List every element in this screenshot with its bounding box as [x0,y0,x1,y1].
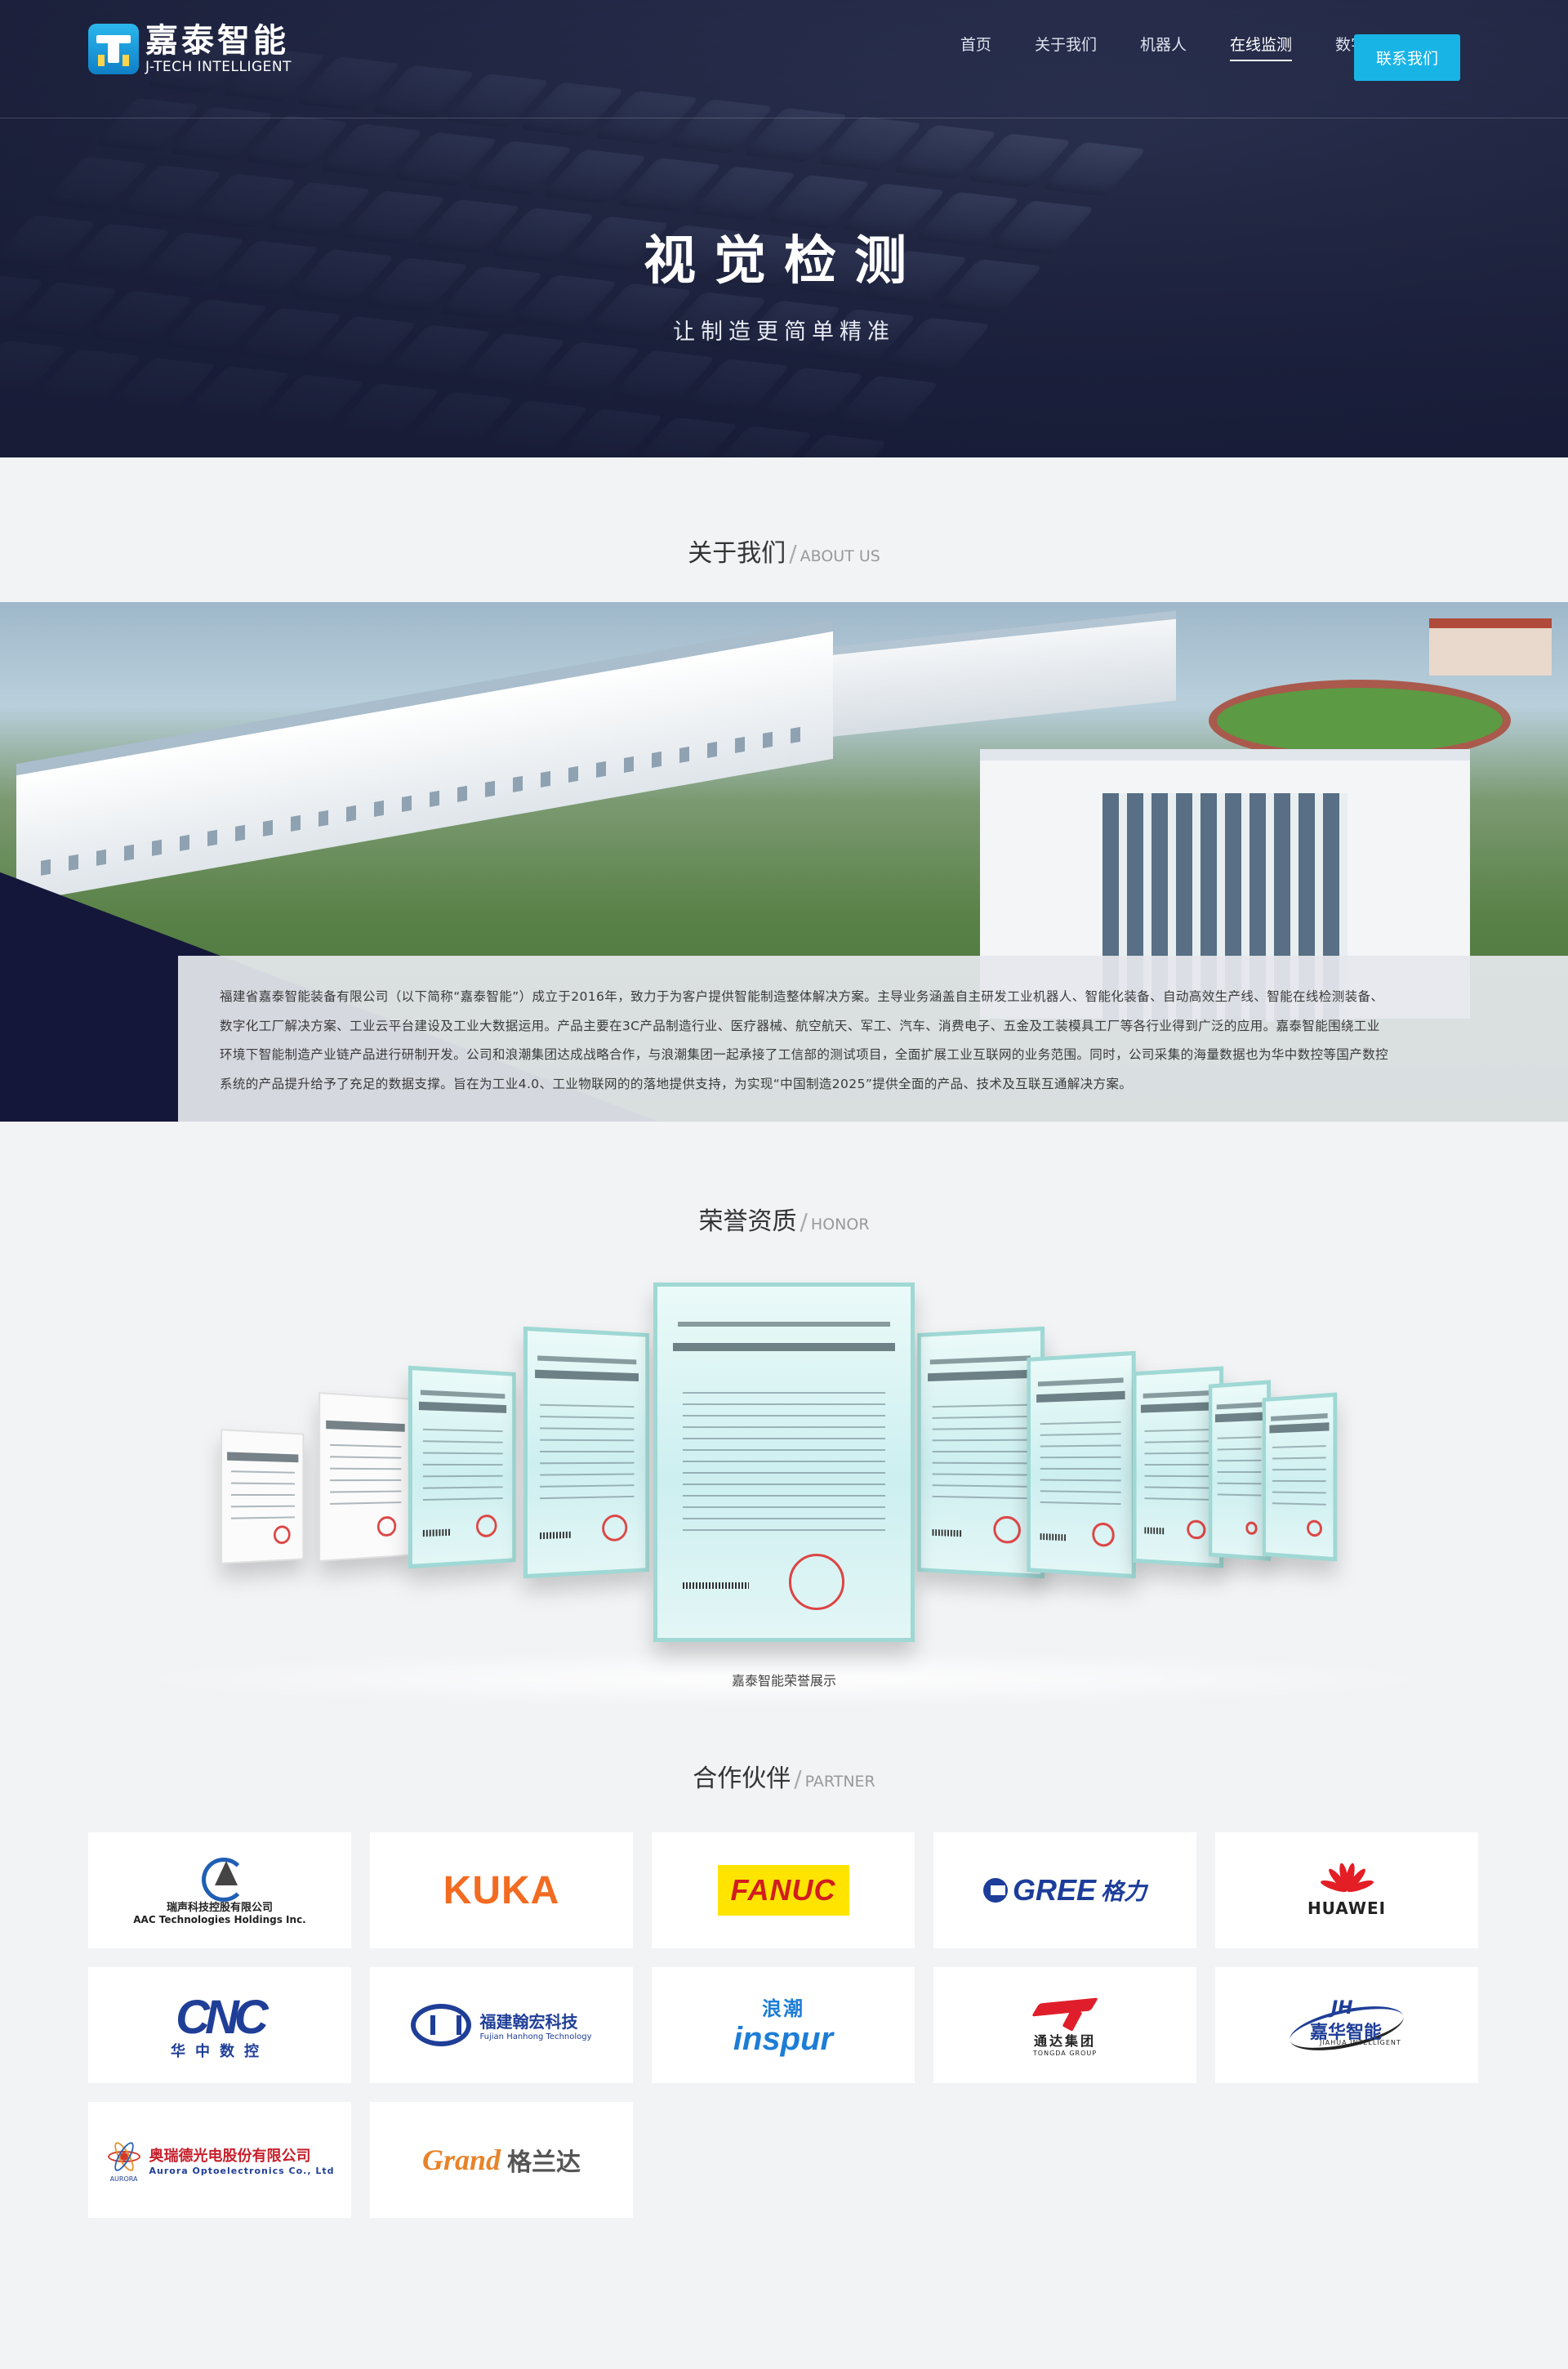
about-heading-cn: 关于我们 [688,539,786,568]
honor-heading: 荣誉资质 / HONOR [698,1207,870,1236]
honor-certificates-carousel[interactable] [0,1274,1568,1707]
logo-name-en: J-TECH INTELLIGENT [145,59,292,75]
jiahua-logo: JH 嘉华智能 JIAHUA INTELLIGENT [1285,1996,1408,2059]
certificate-image[interactable] [220,1429,305,1564]
inspur-name-cn: 浪潮 [761,1997,804,2020]
tongda-logo-icon [1034,1994,1096,2030]
partner-card-huawei[interactable]: HUAWEI [1215,1832,1478,1948]
partner-heading: 合作伙伴 / PARTNER [693,1764,875,1793]
partner-card-fanuc[interactable]: FANUC [652,1832,915,1948]
nav-about[interactable]: 关于我们 [1035,33,1097,60]
nav-robots[interactable]: 机器人 [1140,33,1187,60]
gree-name-en: GREE [1012,1873,1096,1907]
honor-heading-en: HONOR [810,1216,870,1234]
gree-name-cn: 格力 [1101,1879,1147,1904]
partner-card-jiahua[interactable]: JH 嘉华智能 JIAHUA INTELLIGENT [1215,1967,1478,2083]
gree-g-icon [982,1878,1008,1903]
hanhong-name-cn: 福建翰宏科技 [479,2012,578,2032]
main-nav: 首页 关于我们 机器人 在线监测 数字化工厂 [917,33,1413,61]
certificate-image[interactable] [1262,1392,1338,1562]
partner-heading-en: PARTNER [804,1773,875,1791]
aurora-mark-text: AURORA [109,2175,138,2183]
nav-home[interactable]: 首页 [960,33,991,60]
logo-mark-icon [88,24,139,74]
aac-logo-icon [197,1856,246,1902]
tongda-name-en: TONGDA GROUP [1032,2049,1098,2057]
jiahua-tag: JH [1331,1998,1353,2019]
partner-heading-cn: 合作伙伴 [693,1764,791,1793]
contact-us-button[interactable]: 联系我们 [1354,34,1460,81]
partner-card-kuka[interactable]: KUKA [370,1832,633,1948]
about-text-panel: 福建省嘉泰智能装备有限公司（以下简称“嘉泰智能”）成立于2016年，致力于为客户… [178,956,1568,1122]
certificate-image[interactable] [523,1326,649,1579]
certificate-image[interactable] [1208,1380,1272,1561]
partner-card-gree[interactable]: GREE 格力 [933,1832,1196,1948]
partner-card-fujian-hanhong[interactable]: 福建翰宏科技 Fujian Hanhong Technology [370,1967,633,2083]
grand-name-en: Grand [421,2144,501,2176]
certificate-image[interactable] [408,1365,516,1569]
honor-heading-cn: 荣誉资质 [698,1207,797,1236]
tongda-name-cn: 通达集团 [1033,2032,1096,2049]
about-heading: 关于我们 / ABOUT US [688,539,880,568]
gree-logo: GREE 格力 [982,1873,1147,1907]
huazhong-cnc-name: 华中数控 [171,2042,269,2060]
hanhong-logo-icon [411,2004,472,2046]
aurora-atom-icon [105,2138,143,2175]
nav-online-monitoring[interactable]: 在线监测 [1229,33,1292,61]
hero-title: 视觉检测 [644,231,924,292]
huazhong-cnc-mark: CNC [176,1990,269,2044]
honor-caption: 嘉泰智能荣誉展示 [731,1673,836,1689]
inspur-name-en: inspur [733,2021,834,2057]
partner-card-inspur[interactable]: 浪潮 inspur [652,1967,915,2083]
logo-name-cn: 嘉泰智能 [145,22,289,60]
huawei-flower-icon [1319,1862,1375,1895]
aurora-name-en: Aurora Optoelectronics Co., Ltd [149,2165,335,2176]
partner-card-aac[interactable]: 瑞声科技控股有限公司 AAC Technologies Holdings Inc… [88,1832,351,1948]
aurora-name-cn: 奥瑞德光电股份有限公司 [149,2147,311,2165]
partner-card-aurora[interactable]: AURORA 奥瑞德光电股份有限公司 Aurora Optoelectronic… [88,2102,351,2218]
site-logo[interactable]: 嘉泰智能 J-TECH INTELLIGENT [88,23,292,75]
certificate-image[interactable] [1027,1350,1136,1579]
hero-banner: 嘉泰智能 J-TECH INTELLIGENT 首页 关于我们 机器人 在线监测… [0,0,1568,457]
kuka-logo: KUKA [443,1868,560,1912]
partner-card-huazhong-cnc[interactable]: CNC 华中数控 [88,1967,351,2083]
about-heading-en: ABOUT US [800,547,880,565]
certificate-image[interactable] [917,1326,1045,1579]
grand-name-cn: 格兰达 [507,2148,581,2177]
certificate-featured[interactable] [653,1283,915,1642]
aac-name-en: AAC Technologies Holdings Inc. [133,1913,306,1925]
hero-subtitle: 让制造更简单精准 [673,319,895,345]
jiahua-name-en: JIAHUA INTELLIGENT [1320,2039,1401,2046]
hanhong-name-en: Fujian Hanhong Technology [479,2032,592,2041]
fanuc-logo: FANUC [717,1865,849,1916]
certificate-image[interactable] [318,1392,412,1562]
about-description: 福建省嘉泰智能装备有限公司（以下简称“嘉泰智能”）成立于2016年，致力于为客户… [220,989,1389,1091]
huawei-name: HUAWEI [1307,1898,1387,1918]
partner-card-tongda[interactable]: 通达集团 TONGDA GROUP [933,1967,1196,2083]
partner-card-grand[interactable]: Grand 格兰达 [370,2102,633,2218]
